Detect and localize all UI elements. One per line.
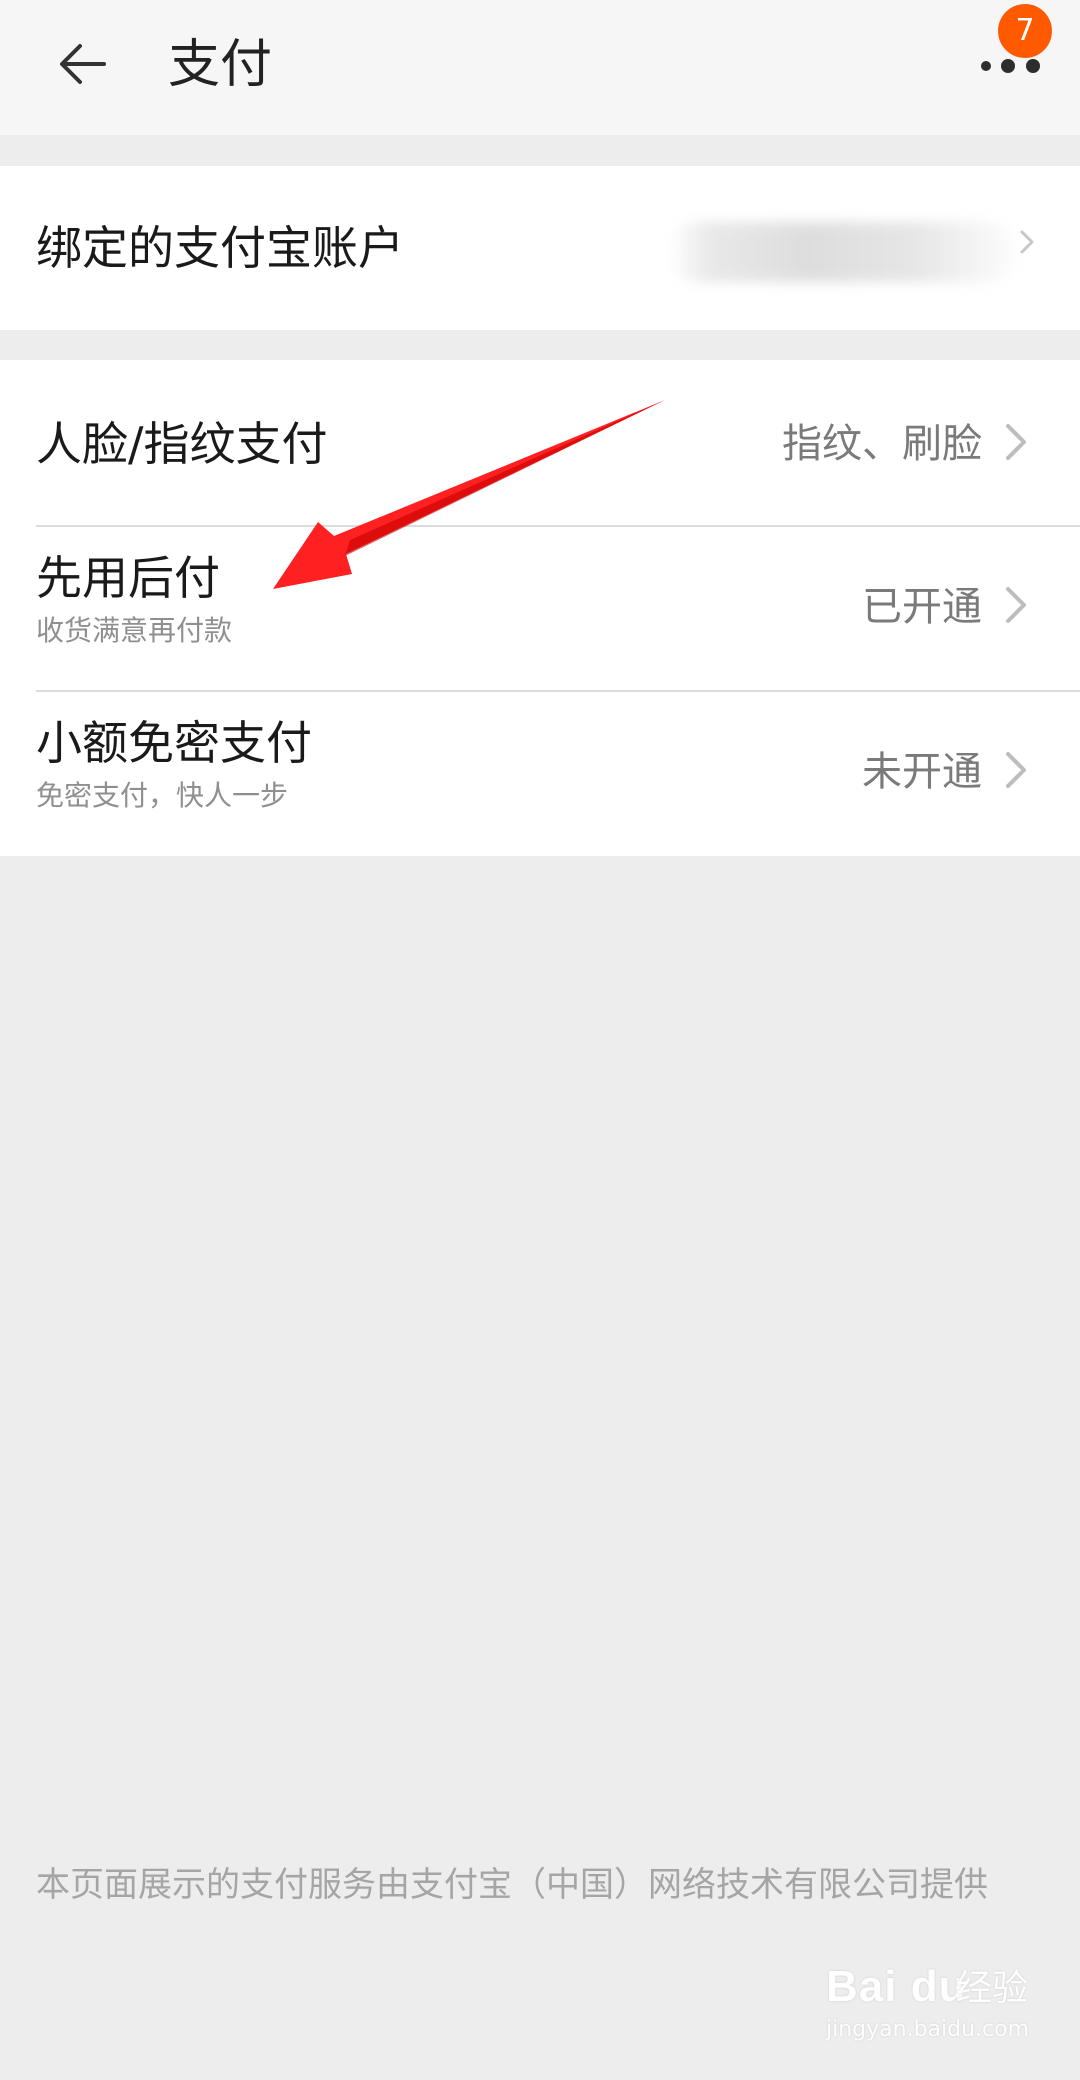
chevron-right-icon — [1020, 230, 1034, 254]
watermark-url: jingyan.baidu.com — [826, 2017, 1030, 2042]
alipay-account-label: 绑定的支付宝账户 — [36, 221, 404, 275]
more-button[interactable]: 7 — [968, 4, 1064, 100]
row-value: 已开通 — [862, 584, 982, 630]
alipay-account-section: 绑定的支付宝账户 — [0, 166, 1080, 330]
obscured-account-value — [668, 222, 1018, 282]
row-title: 人脸/指纹支付 — [36, 417, 328, 471]
more-dots-icon — [981, 59, 1040, 73]
service-provider-note: 本页面展示的支付服务由支付宝（中国）网络技术有限公司提供 — [36, 1865, 988, 1905]
payment-settings-page: 支付 7 绑定的支付宝账户 人脸/指纹支付 指纹、刷脸 先用后付 收货满意再付款… — [0, 0, 1080, 2080]
row-value: 指纹、刷脸 — [782, 421, 982, 467]
back-button[interactable] — [50, 32, 114, 96]
row-title: 小额免密支付 — [36, 716, 312, 770]
page-title: 支付 — [168, 35, 273, 95]
chevron-right-icon — [1006, 587, 1026, 623]
buy-now-pay-later-row[interactable]: 先用后付 收货满意再付款 已开通 — [0, 527, 1080, 691]
row-subtitle: 收货满意再付款 — [36, 614, 233, 647]
baidu-jingyan-watermark: Bai du 经验 jingyan.baidu.com — [826, 1958, 1066, 2058]
chevron-right-icon — [1006, 424, 1026, 460]
chevron-right-icon — [1006, 752, 1026, 788]
arrow-left-icon — [60, 44, 106, 84]
payment-methods-section: 人脸/指纹支付 指纹、刷脸 先用后付 收货满意再付款 已开通 小额免密支付 免密… — [0, 360, 1080, 856]
watermark-logo: Bai du — [826, 1962, 967, 2011]
top-bar: 支付 7 — [0, 0, 1080, 135]
small-amount-password-free-row[interactable]: 小额免密支付 免密支付，快人一步 未开通 — [0, 692, 1080, 856]
alipay-account-row[interactable]: 绑定的支付宝账户 — [0, 166, 1080, 330]
row-value: 未开通 — [862, 749, 982, 795]
notification-badge: 7 — [998, 4, 1052, 58]
watermark-text: 经验 — [956, 1968, 1029, 2009]
row-subtitle: 免密支付，快人一步 — [36, 779, 289, 812]
face-fingerprint-pay-row[interactable]: 人脸/指纹支付 指纹、刷脸 — [0, 360, 1080, 524]
row-title: 先用后付 — [36, 551, 220, 605]
